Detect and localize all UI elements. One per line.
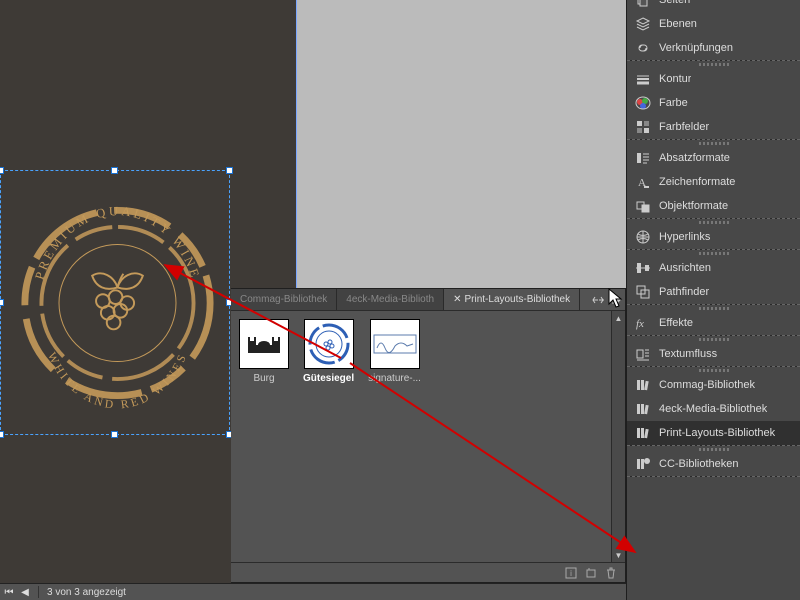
panel-print-layouts-bibliothek[interactable]: Print-Layouts-Bibliothek [627, 421, 800, 445]
tab-label: Commag-Bibliothek [240, 294, 327, 305]
panel-absatzformate[interactable]: Absatzformate [627, 146, 800, 170]
panel-label: Absatzformate [659, 152, 730, 164]
panel-label: Seiten [659, 0, 690, 6]
document-canvas[interactable]: PREMIUM QUALITY WINE WHITE AND RED WINES… [0, 0, 626, 600]
stroke-icon [635, 71, 651, 87]
placed-seal-graphic[interactable]: PREMIUM QUALITY WINE WHITE AND RED WINES [20, 183, 215, 423]
panel-label: Zeichenformate [659, 176, 735, 188]
panel-label: Ausrichten [659, 262, 711, 274]
thumb-image [304, 319, 354, 369]
panel-commag-bibliothek[interactable]: Commag-Bibliothek [627, 373, 800, 397]
panel-textumfluss[interactable]: Textumfluss [627, 342, 800, 366]
scroll-up-button[interactable]: ▲ [612, 311, 625, 325]
objstyle-icon [635, 198, 651, 214]
panel-ausrichten[interactable]: Ausrichten [627, 256, 800, 280]
panel-ebenen[interactable]: Ebenen [627, 12, 800, 36]
svg-text:i: i [570, 569, 572, 578]
panel-label: CC-Bibliotheken [659, 458, 738, 470]
library-scrollbar[interactable]: ▲ ▼ [611, 311, 625, 562]
page-info: 3 von 3 angezeigt [47, 587, 126, 598]
tab-commag[interactable]: Commag-Bibliothek [231, 289, 337, 311]
resize-handle-ml[interactable] [0, 299, 4, 306]
panel-kontur[interactable]: Kontur [627, 67, 800, 91]
panel-label: Print-Layouts-Bibliothek [659, 427, 775, 439]
panel-pathfinder[interactable]: Pathfinder [627, 280, 800, 304]
svg-text:PREMIUM QUALITY WINE: PREMIUM QUALITY WINE [32, 204, 202, 281]
panel-farbe[interactable]: Farbe [627, 91, 800, 115]
status-bar: ⏮ ◀ 3 von 3 angezeigt [0, 583, 626, 600]
resize-handle-tr[interactable] [226, 167, 233, 174]
lib-icon [635, 377, 651, 393]
fx-icon: fx [635, 315, 651, 331]
tab-label: Print-Layouts-Bibliothek [464, 294, 570, 305]
pages-icon [635, 0, 651, 8]
collapse-panel-button[interactable] [589, 291, 607, 309]
scroll-down-button[interactable]: ▼ [612, 548, 625, 562]
group-separator [627, 476, 800, 477]
library-item-guetesiegel[interactable]: Gütesiegel [303, 319, 354, 384]
panel-label: 4eck-Media-Bibliothek [659, 403, 767, 415]
panel-cc-bibliotheken[interactable]: CC-Bibliotheken [627, 452, 800, 476]
panel-label: Objektformate [659, 200, 728, 212]
library-tabs: Commag-Bibliothek 4eck-Media-Biblioth ✕P… [231, 289, 625, 311]
panel-effekte[interactable]: fx Effekte [627, 311, 800, 335]
lib-icon [635, 401, 651, 417]
library-new-button[interactable] [583, 565, 599, 581]
svg-text:fx: fx [636, 318, 644, 330]
panel-label: Farbe [659, 97, 688, 109]
library-panel[interactable]: Commag-Bibliothek 4eck-Media-Biblioth ✕P… [231, 288, 626, 583]
panel-label: Kontur [659, 73, 691, 85]
cclib-icon [635, 456, 651, 472]
library-footer: i [231, 562, 625, 582]
swatch-icon [635, 119, 651, 135]
thumb-image [239, 319, 289, 369]
parastyle-icon [635, 150, 651, 166]
thumb-label: signature-... [368, 373, 421, 384]
panel-seiten[interactable]: Seiten [627, 0, 800, 12]
charstyle-icon: A [635, 174, 651, 190]
library-item-signature[interactable]: signature-... [368, 319, 421, 384]
panel-zeichenformate[interactable]: A Zeichenformate [627, 170, 800, 194]
library-info-button[interactable]: i [563, 565, 579, 581]
thumb-label: Burg [253, 373, 274, 384]
resize-handle-bm[interactable] [111, 431, 118, 438]
panel-objektformate[interactable]: Objektformate [627, 194, 800, 218]
panel-4eck-media-bibliothek[interactable]: 4eck-Media-Bibliothek [627, 397, 800, 421]
tab-4eck[interactable]: 4eck-Media-Biblioth [337, 289, 444, 311]
tab-label: 4eck-Media-Biblioth [346, 294, 434, 305]
lib-icon [635, 425, 651, 441]
prev-page-button[interactable]: ◀ [20, 587, 30, 597]
first-page-button[interactable]: ⏮ [4, 587, 14, 597]
hyperlink-icon [635, 229, 651, 245]
thumb-label: Gütesiegel [303, 373, 354, 384]
panel-label: Verknüpfungen [659, 42, 733, 54]
right-panel-dock: Seiten Ebenen Verknüpfungen Kontur Farbe Farb… [626, 0, 800, 600]
library-item-burg[interactable]: Burg [239, 319, 289, 384]
library-body[interactable]: Burg Gütesiegel signature-... [231, 311, 625, 388]
library-delete-button[interactable] [603, 565, 619, 581]
panel-label: Farbfelder [659, 121, 709, 133]
textwrap-icon [635, 346, 651, 362]
panel-verkn-pfungen[interactable]: Verknüpfungen [627, 36, 800, 60]
align-icon [635, 260, 651, 276]
color-icon [635, 95, 651, 111]
tab-print-layouts[interactable]: ✕Print-Layouts-Bibliothek [444, 289, 580, 311]
panel-farbfelder[interactable]: Farbfelder [627, 115, 800, 139]
panel-label: Ebenen [659, 18, 697, 30]
resize-handle-tl[interactable] [0, 167, 4, 174]
panel-hyperlinks[interactable]: Hyperlinks [627, 225, 800, 249]
thumb-image [370, 319, 420, 369]
panel-label: Effekte [659, 317, 693, 329]
panel-label: Hyperlinks [659, 231, 710, 243]
seal-top-text: PREMIUM QUALITY WINE [32, 204, 202, 281]
panel-label: Textumfluss [659, 348, 717, 360]
panel-label: Commag-Bibliothek [659, 379, 755, 391]
pathfinder-icon [635, 284, 651, 300]
resize-handle-tm[interactable] [111, 167, 118, 174]
resize-handle-bl[interactable] [0, 431, 4, 438]
links-icon [635, 40, 651, 56]
panel-flyout-button[interactable] [607, 291, 625, 309]
panel-label: Pathfinder [659, 286, 709, 298]
layers-icon [635, 16, 651, 32]
